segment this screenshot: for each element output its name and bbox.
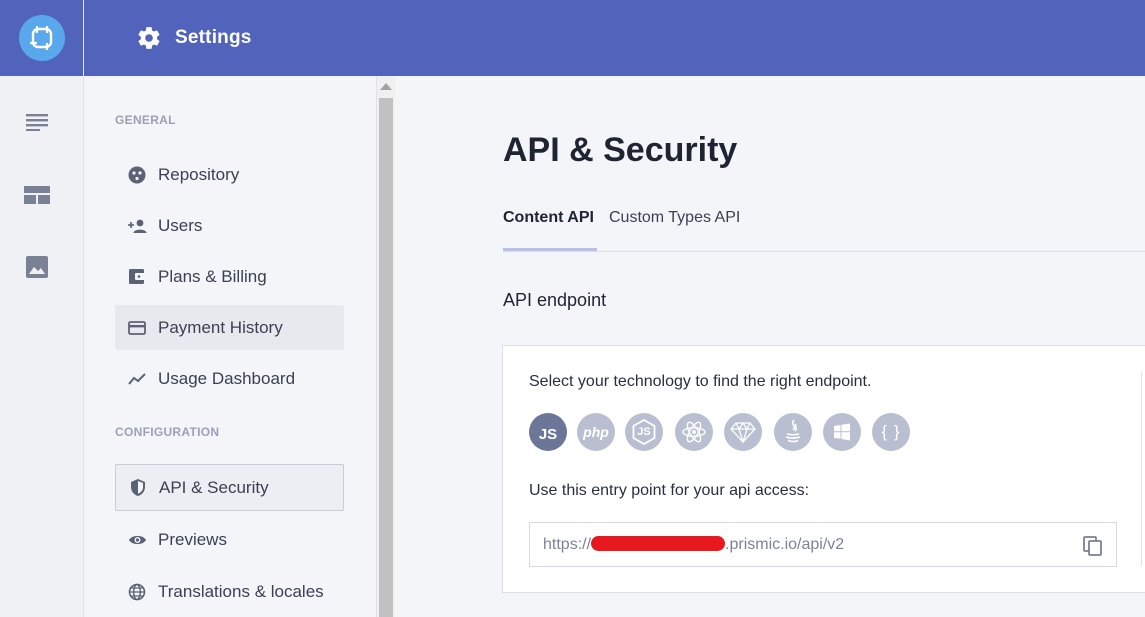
card-divider xyxy=(1141,372,1142,566)
scrollbar-thumb[interactable] xyxy=(379,98,393,617)
endpoint-url-field[interactable]: https:// .prismic.io/api/v2 xyxy=(529,522,1117,567)
sidebar-item-label: Plans & Billing xyxy=(158,266,267,286)
layout-icon[interactable] xyxy=(24,182,50,208)
page-title: API & Security xyxy=(503,131,738,169)
sidebar-item-previews[interactable]: Previews xyxy=(115,517,344,562)
palette-icon xyxy=(126,164,148,186)
java-icon[interactable] xyxy=(774,413,812,451)
add-user-icon xyxy=(126,215,148,237)
page-header-title: Settings xyxy=(175,27,252,48)
settings-sidebar: GENERAL Repository Users Plans & Billing… xyxy=(84,76,376,617)
logo-icon xyxy=(29,26,52,50)
sidebar-item-label: API & Security xyxy=(159,477,269,497)
main-content: API & Security Content API Custom Types … xyxy=(395,76,1145,617)
credit-card-icon xyxy=(126,317,148,339)
sidebar-scrollbar[interactable] xyxy=(376,76,395,617)
sidebar-item-label: Previews xyxy=(158,529,227,549)
endpoint-card: Select your technology to find the right… xyxy=(502,345,1145,593)
section-title-api-endpoint: API endpoint xyxy=(503,290,607,310)
sidebar-item-users[interactable]: Users xyxy=(115,203,344,248)
sidebar-item-repository[interactable]: Repository xyxy=(115,152,344,197)
sidebar-item-label: Translations & locales xyxy=(158,581,324,601)
endpoint-url-suffix: .prismic.io/api/v2 xyxy=(725,535,845,553)
sidebar-item-label: Usage Dashboard xyxy=(158,368,296,388)
prismic-logo[interactable] xyxy=(18,15,65,61)
globe-icon xyxy=(126,581,148,603)
redacted-repository-name xyxy=(591,535,726,551)
section-label-general: GENERAL xyxy=(115,113,176,127)
scroll-up-arrow-icon[interactable] xyxy=(380,83,392,90)
shield-icon xyxy=(127,477,149,499)
nodejs-icon[interactable]: JS xyxy=(625,413,663,451)
sidebar-item-api-security[interactable]: API & Security xyxy=(115,464,344,511)
app-rail xyxy=(0,0,84,617)
windows-icon[interactable] xyxy=(823,413,861,451)
sidebar-item-usage-dashboard[interactable]: Usage Dashboard xyxy=(115,356,344,401)
eye-icon xyxy=(126,529,148,551)
json-icon[interactable]: { } xyxy=(872,413,910,451)
sidebar-item-translations-locales[interactable]: Translations & locales xyxy=(115,569,344,614)
image-icon[interactable] xyxy=(24,254,50,280)
tab-custom-types-api[interactable]: Custom Types API xyxy=(609,209,740,227)
sidebar-item-label: Repository xyxy=(158,164,240,184)
wallet-icon xyxy=(126,266,148,288)
document-list-icon[interactable] xyxy=(24,109,50,135)
sidebar-item-payment-history[interactable]: Payment History xyxy=(115,305,344,350)
trend-line-icon xyxy=(126,368,148,390)
technology-prompt: Select your technology to find the right… xyxy=(529,373,872,390)
section-label-configuration: CONFIGURATION xyxy=(115,425,220,439)
api-tabs: Content API Custom Types API xyxy=(503,208,1145,252)
active-tab-indicator xyxy=(503,248,597,251)
sidebar-item-plans-billing[interactable]: Plans & Billing xyxy=(115,254,344,299)
javascript-icon[interactable]: JS xyxy=(529,413,567,451)
sidebar-item-label: Users xyxy=(158,215,203,235)
top-header: Settings xyxy=(84,0,1145,76)
gear-icon xyxy=(135,24,163,52)
copy-icon[interactable] xyxy=(1082,535,1104,557)
php-icon[interactable]: php xyxy=(577,413,615,451)
rail-top xyxy=(0,0,83,76)
sidebar-item-label: Payment History xyxy=(158,317,283,337)
tab-content-api[interactable]: Content API xyxy=(503,209,594,227)
ruby-icon[interactable] xyxy=(724,413,762,451)
endpoint-url-prefix: https:// xyxy=(543,535,592,553)
react-icon[interactable] xyxy=(675,413,713,451)
endpoint-url[interactable]: https:// .prismic.io/api/v2 xyxy=(543,536,844,554)
entry-point-prompt: Use this entry point for your api access… xyxy=(529,482,810,499)
